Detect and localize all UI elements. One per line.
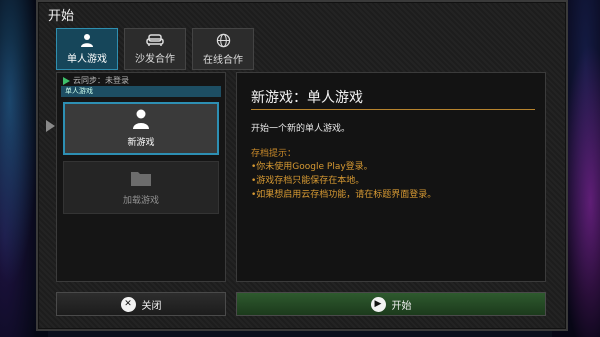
globe-icon [216, 33, 230, 47]
detail-title: 新游戏：单人游戏 [251, 90, 363, 106]
tab-label: 在线合作 [203, 54, 243, 66]
tab-couch-coop[interactable]: 沙发合作 [124, 28, 186, 70]
load-game-label: 加载游戏 [122, 196, 159, 206]
new-game-slot[interactable]: 新游戏 [63, 102, 219, 155]
save-tip: •如果想启用云存档功能，请在标题界面登录。 [251, 190, 437, 200]
folder-icon [131, 172, 151, 186]
dialog-title: 开始 [48, 9, 75, 24]
save-tip: •你未使用Google Play登录。 [251, 162, 373, 172]
sofa-icon [146, 34, 164, 46]
save-list-header: 单人游戏 [61, 86, 221, 97]
tab-single-player[interactable]: 单人游戏 [56, 28, 118, 70]
new-game-label: 新游戏 [127, 138, 155, 148]
sync-play-icon [63, 76, 70, 85]
load-game-slot[interactable]: 加载游戏 [63, 161, 219, 214]
save-tips-list: •你未使用Google Play登录。 •游戏存档只能保存在本地。 •如果想启用… [251, 160, 436, 202]
save-tip: •游戏存档只能保存在本地。 [251, 176, 365, 186]
person-icon [133, 109, 149, 129]
play-icon: ▶ [370, 296, 386, 312]
tab-online-coop[interactable]: 在线合作 [192, 28, 254, 70]
cloud-sync-status: 云同步：未登录 [63, 75, 129, 86]
mode-tabs: 单人游戏 沙发合作 在线合作 [56, 28, 254, 70]
start-dialog: 开始 单人游戏 沙发合作 在线合作 云同步：未登录 单人游戏 新游戏 加载游戏 … [36, 0, 568, 331]
detail-panel: 新游戏：单人游戏 开始一个新的单人游戏。 存档提示： •你未使用Google P… [236, 72, 546, 282]
detail-description: 开始一个新的单人游戏。 [251, 124, 351, 134]
close-label: 关闭 [141, 300, 162, 312]
person-icon [81, 34, 93, 47]
start-label: 开始 [391, 300, 412, 312]
close-button[interactable]: ✕ 关闭 [56, 292, 226, 316]
save-slot-panel: 云同步：未登录 单人游戏 新游戏 加载游戏 [56, 72, 226, 282]
close-icon: ✕ [120, 296, 136, 312]
selection-arrow-icon [46, 120, 55, 132]
tab-label: 沙发合作 [135, 54, 175, 65]
start-button[interactable]: ▶ 开始 [236, 292, 546, 316]
tab-label: 单人游戏 [67, 54, 107, 65]
title-divider [251, 109, 535, 110]
save-tips-title: 存档提示： [251, 149, 297, 159]
sync-status-text: 云同步：未登录 [73, 76, 129, 85]
